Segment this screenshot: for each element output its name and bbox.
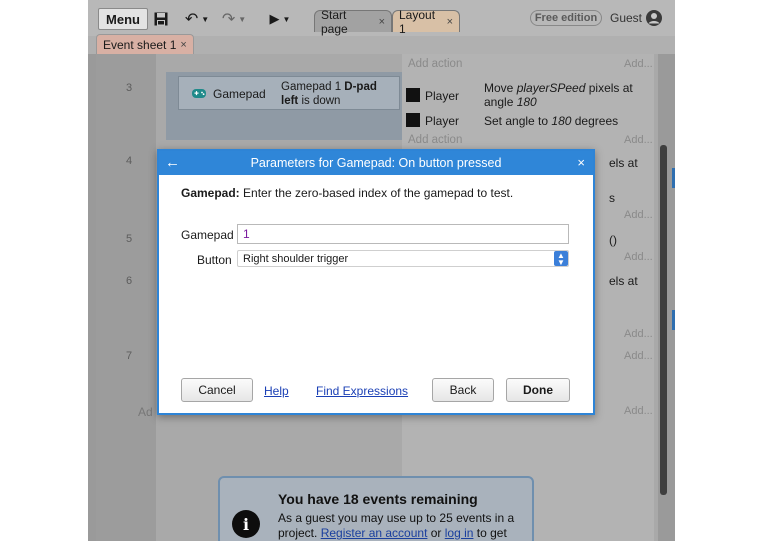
gamepad-icon: [191, 87, 207, 99]
close-icon[interactable]: ×: [577, 155, 585, 170]
chevron-down-icon[interactable]: ▼: [283, 15, 291, 24]
button-select[interactable]: Right shoulder trigger ▲ ▼: [237, 250, 569, 267]
condition-object-name: Gamepad: [213, 87, 266, 101]
action-text-part: Move: [484, 81, 517, 95]
button-label: Button: [197, 253, 232, 267]
event-number: 5: [126, 233, 133, 245]
action-text-part: degrees: [571, 114, 619, 128]
event-number: 3: [126, 82, 133, 94]
add-link[interactable]: Add...: [624, 58, 653, 70]
action-row[interactable]: Player Set angle to 180 degrees: [402, 112, 654, 130]
parameter-description: Gamepad: Enter the zero-based index of t…: [181, 186, 513, 200]
panel-edge: [672, 310, 675, 330]
free-edition-badge[interactable]: Free edition: [530, 10, 602, 26]
action-object-name: Player: [425, 89, 460, 103]
close-icon[interactable]: ×: [447, 16, 453, 28]
scrollbar[interactable]: [660, 145, 667, 495]
parameters-dialog: ← Parameters for Gamepad: On button pres…: [157, 149, 595, 415]
add-link[interactable]: Add...: [624, 405, 653, 417]
events-remaining-notice: i You have 18 events remaining As a gues…: [218, 476, 534, 541]
play-icon[interactable]: ▶ ▼: [266, 8, 294, 30]
action-row[interactable]: Player Move playerSPeed pixels at angle 1…: [402, 80, 654, 110]
gamepad-label: Gamepad: [181, 228, 234, 242]
add-action-link[interactable]: Add action: [408, 58, 462, 70]
condition-text-prefix: Gamepad 1: [281, 81, 345, 93]
add-fragment[interactable]: Ad: [138, 405, 153, 419]
add-action-link[interactable]: Add action: [408, 134, 462, 146]
action-text-part: pixels at: [585, 81, 633, 95]
register-link[interactable]: Register an account: [321, 526, 428, 540]
panel-edge: [672, 168, 675, 188]
action-text-fragment: s: [609, 191, 615, 205]
add-link[interactable]: Add...: [624, 350, 653, 362]
done-button[interactable]: Done: [506, 378, 570, 402]
action-text: Move playerSPeed pixels at angle 180: [484, 81, 633, 109]
notice-text: project.: [278, 526, 321, 540]
action-param: playerSPeed: [516, 81, 586, 95]
dialog-title-bar: ← Parameters for Gamepad: On button pres…: [159, 151, 593, 175]
notice-text: As a guest you may use up to 25 events i…: [278, 511, 515, 525]
notice-body: As a guest you may use up to 25 events i…: [278, 511, 528, 541]
action-text-part: angle: [484, 95, 517, 109]
back-button[interactable]: Back: [432, 378, 494, 402]
notice-title: You have 18 events remaining: [278, 491, 478, 507]
condition-text: Gamepad 1 D-pad left is down: [281, 80, 396, 108]
add-link[interactable]: Add...: [624, 328, 653, 340]
find-expressions-link[interactable]: Find Expressions: [316, 384, 408, 398]
action-param: 180: [516, 95, 537, 109]
event-number: 4: [126, 155, 133, 167]
toolbar: Menu ↶ ▼ ↷ ▼ ▶ ▼ Start page × Layout 1 × Fr…: [88, 0, 675, 36]
event-number: 6: [126, 275, 133, 287]
condition-row[interactable]: Gamepad Gamepad 1 D-pad left is down: [178, 76, 400, 110]
notice-text: to get: [473, 526, 507, 540]
login-link[interactable]: log in: [445, 526, 474, 540]
action-text-fragment: els at: [609, 274, 638, 288]
undo-icon[interactable]: ↶ ▼: [183, 8, 211, 30]
tab-label: Start page: [321, 7, 348, 36]
action-text-part: Set angle to: [484, 114, 552, 128]
close-icon[interactable]: ×: [379, 16, 385, 28]
close-icon[interactable]: ×: [180, 39, 186, 51]
chevron-down-icon[interactable]: ▼: [238, 15, 246, 24]
redo-icon[interactable]: ↷ ▼: [220, 8, 248, 30]
action-text: Set angle to 180 degrees: [484, 114, 618, 128]
parameter-help-text: Enter the zero-based index of the gamepa…: [239, 186, 514, 200]
menu-button[interactable]: Menu: [98, 8, 148, 30]
action-text-fragment: els at: [609, 156, 638, 170]
event-number: 7: [126, 350, 133, 362]
help-link[interactable]: Help: [264, 384, 289, 398]
add-link[interactable]: Add...: [624, 251, 653, 263]
add-link[interactable]: Add...: [624, 134, 653, 146]
guest-label[interactable]: Guest: [610, 11, 642, 25]
sprite-icon: [406, 113, 420, 127]
select-arrows-icon[interactable]: ▲ ▼: [554, 251, 568, 266]
tab-event-sheet-1[interactable]: Event sheet 1 ×: [96, 34, 194, 54]
save-icon[interactable]: [150, 8, 172, 30]
action-param: 180: [551, 114, 572, 128]
event-margin: [96, 54, 156, 541]
action-text-fragment: (): [609, 233, 617, 247]
info-icon: i: [232, 510, 260, 538]
cancel-button[interactable]: Cancel: [181, 378, 253, 402]
notice-text: or: [427, 526, 445, 540]
action-object-name: Player: [425, 114, 460, 128]
button-select-value: Right shoulder trigger: [243, 252, 349, 265]
tab-start-page[interactable]: Start page ×: [314, 8, 392, 36]
user-icon[interactable]: [645, 9, 663, 27]
tab-label: Event sheet 1: [103, 37, 177, 52]
tab-label: Layout 1: [399, 7, 436, 36]
sprite-icon: [406, 88, 420, 102]
parameter-name: Gamepad:: [181, 186, 240, 200]
gamepad-input[interactable]: [237, 224, 569, 244]
add-link[interactable]: Add...: [624, 209, 653, 221]
chevron-down-icon[interactable]: ▼: [201, 15, 209, 24]
tab-layout-1[interactable]: Layout 1 ×: [392, 8, 460, 36]
dialog-title: Parameters for Gamepad: On button presse…: [250, 156, 502, 170]
condition-text-suffix: is down: [298, 95, 341, 107]
